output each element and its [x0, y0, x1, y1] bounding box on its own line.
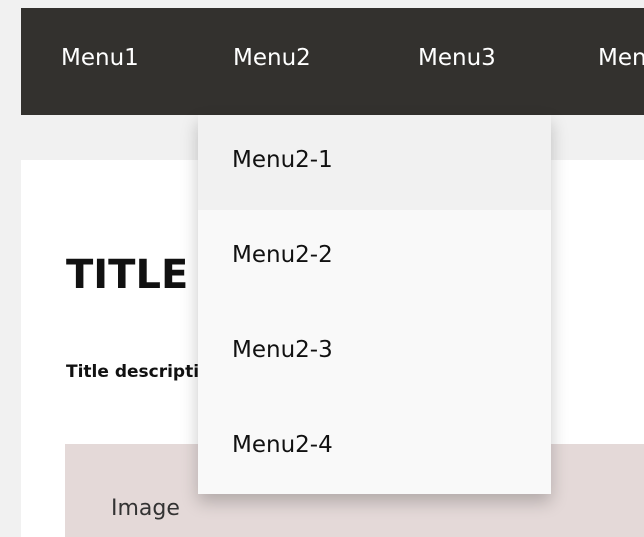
dropdown-item-menu2-4[interactable]: Menu2-4: [198, 400, 551, 495]
dropdown-item-menu2-2[interactable]: Menu2-2: [198, 210, 551, 305]
nav-menu4[interactable]: Menu4: [598, 8, 644, 115]
nav-menu2[interactable]: Menu2: [233, 8, 311, 115]
nav-menu3[interactable]: Menu3: [418, 8, 496, 115]
nav-menu1[interactable]: Menu1: [61, 8, 139, 115]
dropdown-item-menu2-1[interactable]: Menu2-1: [198, 115, 551, 210]
dropdown-item-menu2-3[interactable]: Menu2-3: [198, 305, 551, 400]
page-title: TITLE: [66, 252, 189, 298]
image-label: Image: [111, 496, 180, 521]
top-navbar: Menu1 Menu2 Menu3 Menu4: [21, 8, 644, 115]
menu2-dropdown: Menu2-1 Menu2-2 Menu2-3 Menu2-4: [198, 115, 551, 494]
